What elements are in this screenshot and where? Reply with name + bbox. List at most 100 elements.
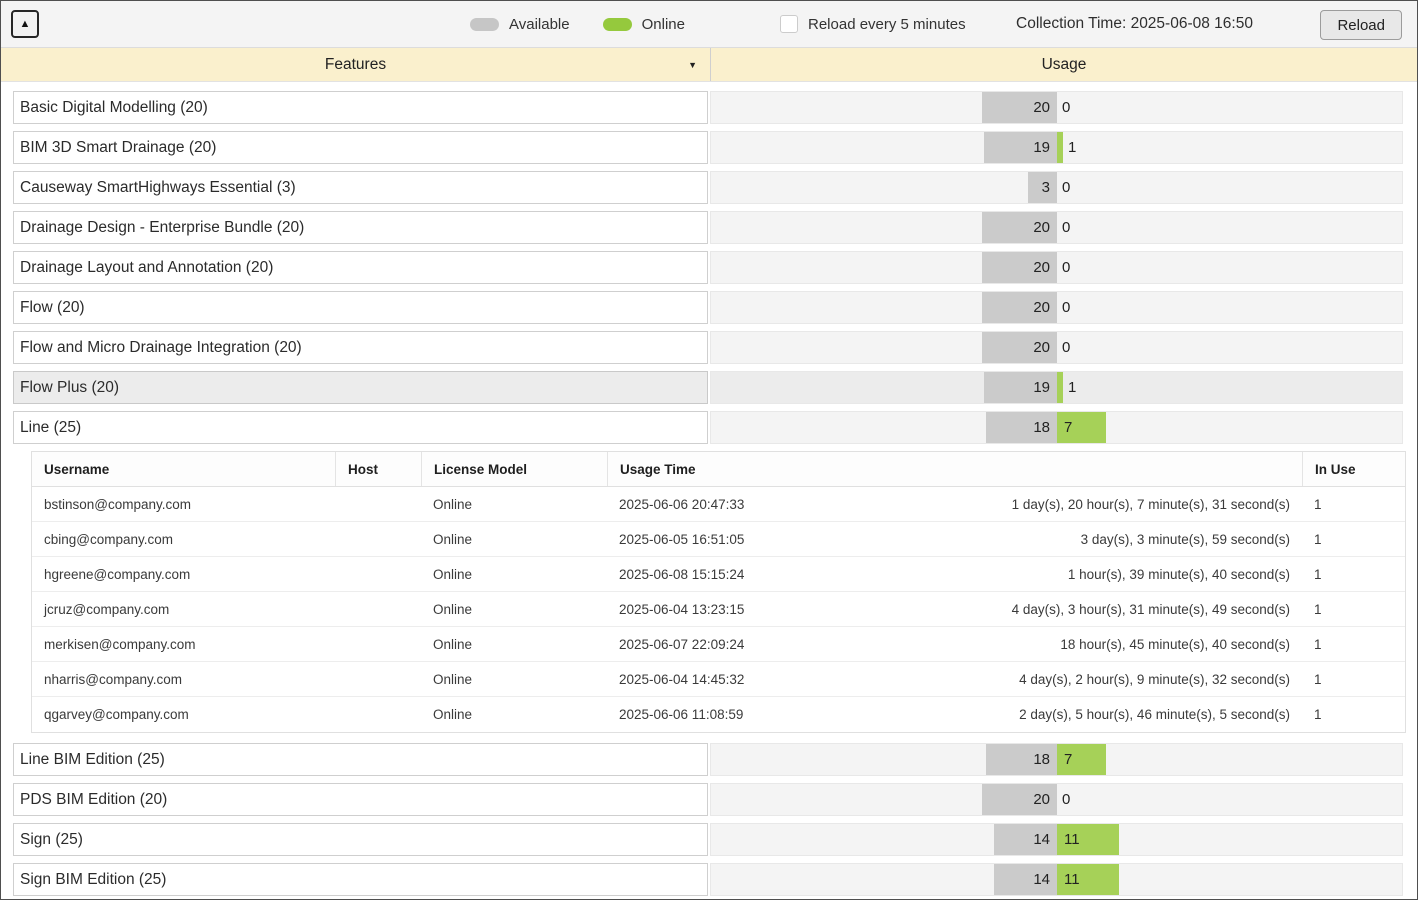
session-license-model-value: Online: [433, 532, 472, 547]
session-col-header-label: Host: [348, 462, 378, 477]
reload-checkbox[interactable]: [780, 15, 798, 33]
feature-row[interactable]: Basic Digital Modelling (20)200: [13, 91, 1403, 124]
session-username-value: hgreene@company.com: [44, 567, 190, 582]
available-bar: 19: [984, 372, 1057, 403]
online-count: 0: [1062, 92, 1070, 123]
session-col-header-label: In Use: [1315, 462, 1356, 477]
feature-name-cell: BIM 3D Smart Drainage (20): [13, 131, 708, 164]
session-host: [335, 522, 421, 556]
feature-name-cell: Line BIM Edition (25): [13, 743, 708, 776]
session-col-header-label: License Model: [434, 462, 527, 477]
session-start-time: 2025-06-07 22:09:24: [619, 637, 744, 652]
feature-name-label: Flow (20): [20, 299, 85, 317]
feature-name-cell: Basic Digital Modelling (20): [13, 91, 708, 124]
feature-row[interactable]: Flow (20) 200: [13, 291, 1403, 324]
session-in-use-value: 1: [1314, 637, 1322, 652]
session-license-model-value: Online: [433, 497, 472, 512]
available-bar: 19: [984, 132, 1057, 163]
feature-row[interactable]: Drainage Design - Enterprise Bundle (20)…: [13, 211, 1403, 244]
session-license-model-value: Online: [433, 707, 472, 722]
feature-row[interactable]: Drainage Layout and Annotation (20)200: [13, 251, 1403, 284]
session-username-value: bstinson@company.com: [44, 497, 191, 512]
chevron-down-icon[interactable]: ▼: [688, 60, 697, 70]
session-username: merkisen@company.com: [32, 627, 335, 661]
session-start-time: 2025-06-04 14:45:32: [619, 672, 744, 687]
session-col-header-license-model[interactable]: License Model: [421, 452, 607, 486]
session-host: [335, 487, 421, 521]
collapse-all-button[interactable]: ▲: [11, 10, 39, 38]
session-username: hgreene@company.com: [32, 557, 335, 591]
session-table: Username Host License Model Usage Time In Us…: [31, 451, 1406, 733]
feature-name-label: Flow and Micro Drainage Integration (20): [20, 339, 302, 357]
session-host: [335, 697, 421, 732]
session-usage-time: 2025-06-06 20:47:331 day(s), 20 hour(s),…: [607, 487, 1302, 521]
feature-row[interactable]: Sign (25)1411: [13, 823, 1403, 856]
usage-cell: 1411: [710, 823, 1403, 856]
session-duration: 3 day(s), 3 minute(s), 59 second(s): [1081, 532, 1290, 547]
feature-row[interactable]: BIM 3D Smart Drainage (20)191: [13, 131, 1403, 164]
available-count: 14: [1033, 831, 1050, 848]
session-host: [335, 592, 421, 626]
session-username: bstinson@company.com: [32, 487, 335, 521]
session-in-use-value: 1: [1314, 497, 1322, 512]
session-in-use: 1: [1302, 662, 1405, 696]
session-in-use: 1: [1302, 557, 1405, 591]
feature-row[interactable]: Sign BIM Edition (25)1411: [13, 863, 1403, 896]
available-count: 19: [1033, 379, 1050, 396]
features-header-label: Features: [325, 56, 386, 74]
session-start-time: 2025-06-08 15:15:24: [619, 567, 744, 582]
usage-cell: 200: [710, 211, 1403, 244]
session-in-use: 1: [1302, 522, 1405, 556]
feature-row[interactable]: Line BIM Edition (25)187: [13, 743, 1403, 776]
session-col-header-host[interactable]: Host: [335, 452, 421, 486]
session-row: qgarvey@company.comOnline2025-06-06 11:0…: [32, 697, 1405, 732]
usage-cell: 200: [710, 291, 1403, 324]
session-username: nharris@company.com: [32, 662, 335, 696]
session-col-header-in-use[interactable]: In Use: [1302, 452, 1405, 486]
feature-row[interactable]: Flow Plus (20)191: [13, 371, 1403, 404]
feature-name-cell: Flow and Micro Drainage Integration (20): [13, 331, 708, 364]
feature-row[interactable]: PDS BIM Edition (20)200: [13, 783, 1403, 816]
online-count: 11: [1064, 864, 1080, 895]
session-license-model: Online: [421, 697, 607, 732]
session-username: cbing@company.com: [32, 522, 335, 556]
session-usage-time: 2025-06-04 13:23:154 day(s), 3 hour(s), …: [607, 592, 1302, 626]
available-bar: 20: [982, 332, 1057, 363]
session-username-value: jcruz@company.com: [44, 602, 169, 617]
session-in-use: 1: [1302, 627, 1405, 661]
session-duration: 18 hour(s), 45 minute(s), 40 second(s): [1060, 637, 1290, 652]
feature-name-cell: Causeway SmartHighways Essential (3): [13, 171, 708, 204]
online-count: 0: [1062, 212, 1070, 243]
usage-cell: 1411: [710, 863, 1403, 896]
usage-cell: 30: [710, 171, 1403, 204]
online-count: 0: [1062, 292, 1070, 323]
usage-cell: 191: [710, 371, 1403, 404]
reload-button[interactable]: Reload: [1320, 10, 1402, 40]
auto-reload-control: Reload every 5 minutes: [780, 1, 966, 47]
online-count: 0: [1062, 332, 1070, 363]
session-col-header-username[interactable]: Username: [32, 452, 335, 486]
online-bar: [1057, 132, 1063, 163]
session-row: merkisen@company.com Online 2025-06-07 22:…: [32, 627, 1405, 662]
app-window: ▲ Available Online Reload every 5 minute…: [0, 0, 1418, 900]
feature-name-label: Line (25): [20, 419, 81, 437]
session-license-model-value: Online: [433, 637, 472, 652]
session-license-model-value: Online: [433, 672, 472, 687]
session-start-time: 2025-06-04 13:23:15: [619, 602, 744, 617]
feature-row[interactable]: Line (25)187: [13, 411, 1403, 444]
online-count: 0: [1062, 252, 1070, 283]
feature-row[interactable]: Flow and Micro Drainage Integration (20)…: [13, 331, 1403, 364]
toolbar: ▲ Available Online Reload every 5 minute…: [1, 1, 1417, 48]
session-in-use-value: 1: [1314, 567, 1322, 582]
session-in-use-value: 1: [1314, 672, 1322, 687]
feature-name-label: Drainage Layout and Annotation (20): [20, 259, 273, 277]
session-start-time: 2025-06-06 20:47:33: [619, 497, 744, 512]
available-count: 18: [1033, 751, 1050, 768]
legend: Available Online: [470, 1, 685, 47]
session-license-model: Online: [421, 487, 607, 521]
feature-name-label: Line BIM Edition (25): [20, 751, 165, 769]
session-col-header-usage-time[interactable]: Usage Time: [607, 452, 1302, 486]
feature-row[interactable]: Causeway SmartHighways Essential (3)30: [13, 171, 1403, 204]
session-license-model: Online: [421, 592, 607, 626]
features-column-header[interactable]: Features ▼: [1, 48, 711, 81]
